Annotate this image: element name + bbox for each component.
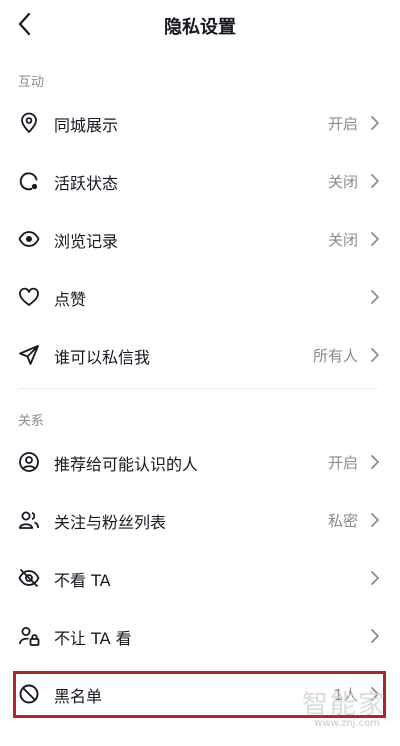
user-circle-icon: [19, 452, 39, 472]
row-active-status[interactable]: 活跃状态 关闭: [0, 152, 400, 210]
row-value: 关闭: [327, 231, 358, 249]
chevron-right-icon: [371, 232, 379, 246]
row-who-can-message[interactable]: 谁可以私信我 所有人: [0, 326, 400, 384]
chevron-right-icon: [371, 348, 379, 362]
heart-icon: [19, 287, 39, 306]
eye-off-icon: [18, 569, 40, 587]
watermark-logo: 智能家: [301, 690, 386, 720]
user-lock-icon: [18, 627, 40, 646]
row-label: 不让 TA 看: [54, 629, 132, 648]
row-hide-from-them[interactable]: 不让 TA 看: [0, 607, 400, 665]
row-label: 关注与粉丝列表: [54, 513, 167, 532]
chevron-right-icon: [371, 571, 379, 585]
chevron-right-icon: [371, 455, 379, 469]
eye-icon: [18, 231, 40, 247]
row-label: 推荐给可能认识的人: [54, 455, 199, 474]
row-label: 同城展示: [54, 116, 119, 135]
section-label-interaction: 互动: [18, 75, 45, 90]
row-value: 开启: [327, 454, 358, 472]
watermark-url: www.znj.com: [314, 718, 380, 729]
section-label-relations: 关系: [18, 414, 45, 429]
row-value: 所有人: [312, 347, 358, 365]
row-label: 活跃状态: [54, 174, 119, 193]
row-dont-see-them[interactable]: 不看 TA: [0, 549, 400, 607]
chevron-right-icon: [371, 629, 379, 643]
row-value: 开启: [327, 115, 358, 133]
row-browse-history[interactable]: 浏览记录 关闭: [0, 210, 400, 268]
row-label: 不看 TA: [54, 571, 111, 590]
chevron-right-icon: [371, 116, 379, 130]
active-status-icon: [19, 172, 38, 191]
row-value: 关闭: [327, 173, 358, 191]
row-following-followers-list[interactable]: 关注与粉丝列表 私密: [0, 491, 400, 549]
row-value: 私密: [327, 512, 358, 530]
send-icon: [19, 345, 39, 365]
row-label: 点赞: [54, 290, 87, 309]
chevron-right-icon: [371, 290, 379, 304]
location-pin-icon: [21, 112, 37, 133]
chevron-right-icon: [371, 174, 379, 188]
header: 隐私设置: [0, 0, 400, 52]
chevron-right-icon: [371, 513, 379, 527]
row-recommend-to-acquaintances[interactable]: 推荐给可能认识的人 开启: [0, 433, 400, 491]
section-divider: [18, 388, 378, 389]
users-icon: [18, 511, 40, 529]
row-label: 浏览记录: [54, 232, 119, 251]
row-label: 谁可以私信我: [54, 348, 151, 367]
row-likes[interactable]: 点赞: [0, 268, 400, 326]
row-same-city-display[interactable]: 同城展示 开启: [0, 94, 400, 152]
page-title: 隐私设置: [164, 17, 236, 38]
